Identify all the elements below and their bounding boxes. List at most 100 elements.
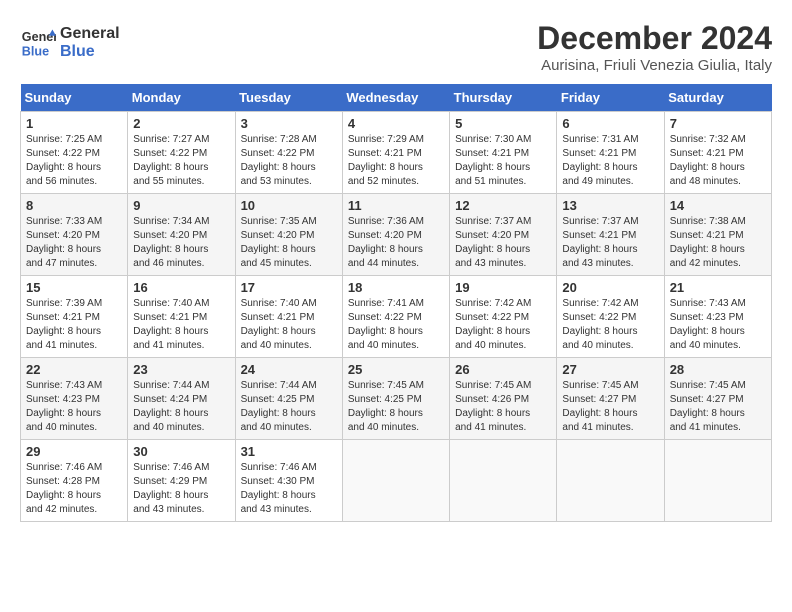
calendar-day-cell: 30 Sunrise: 7:46 AM Sunset: 4:29 PM Dayli… xyxy=(128,440,235,522)
calendar-week-row: 1 Sunrise: 7:25 AM Sunset: 4:22 PM Daylig… xyxy=(21,112,772,194)
day-info: Sunrise: 7:33 AM Sunset: 4:20 PM Dayligh… xyxy=(26,215,122,271)
day-number: 1 xyxy=(26,116,122,131)
calendar-day-cell: 11 Sunrise: 7:36 AM Sunset: 4:20 PM Dayli… xyxy=(342,194,449,276)
calendar-day-cell: 3 Sunrise: 7:28 AM Sunset: 4:22 PM Daylig… xyxy=(235,112,342,194)
day-info: Sunrise: 7:37 AM Sunset: 4:20 PM Dayligh… xyxy=(455,215,551,271)
calendar-day-header: Sunday xyxy=(21,84,128,112)
day-number: 30 xyxy=(133,444,229,459)
day-number: 24 xyxy=(241,362,337,377)
day-number: 6 xyxy=(562,116,658,131)
day-info: Sunrise: 7:42 AM Sunset: 4:22 PM Dayligh… xyxy=(562,297,658,353)
day-info: Sunrise: 7:34 AM Sunset: 4:20 PM Dayligh… xyxy=(133,215,229,271)
day-info: Sunrise: 7:28 AM Sunset: 4:22 PM Dayligh… xyxy=(241,133,337,189)
location-subtitle: Aurisina, Friuli Venezia Giulia, Italy xyxy=(537,57,772,74)
day-info: Sunrise: 7:43 AM Sunset: 4:23 PM Dayligh… xyxy=(670,297,766,353)
day-info: Sunrise: 7:42 AM Sunset: 4:22 PM Dayligh… xyxy=(455,297,551,353)
day-number: 12 xyxy=(455,198,551,213)
calendar-day-cell: 13 Sunrise: 7:37 AM Sunset: 4:21 PM Dayli… xyxy=(557,194,664,276)
calendar-day-cell: 1 Sunrise: 7:25 AM Sunset: 4:22 PM Daylig… xyxy=(21,112,128,194)
calendar-week-row: 15 Sunrise: 7:39 AM Sunset: 4:21 PM Dayli… xyxy=(21,276,772,358)
day-number: 29 xyxy=(26,444,122,459)
calendar-day-header: Saturday xyxy=(664,84,771,112)
page-header: General Blue General Blue December 2024 … xyxy=(20,20,772,74)
calendar-day-cell: 24 Sunrise: 7:44 AM Sunset: 4:25 PM Dayli… xyxy=(235,358,342,440)
day-number: 2 xyxy=(133,116,229,131)
calendar-day-cell: 18Sunrise: 7:41 AM Sunset: 4:22 PM Dayli… xyxy=(342,276,449,358)
calendar-day-cell: 27 Sunrise: 7:45 AM Sunset: 4:27 PM Dayli… xyxy=(557,358,664,440)
calendar-day-cell: 22 Sunrise: 7:43 AM Sunset: 4:23 PM Dayli… xyxy=(21,358,128,440)
day-info: Sunrise: 7:46 AM Sunset: 4:28 PM Dayligh… xyxy=(26,461,122,517)
month-title: December 2024 xyxy=(537,20,772,57)
day-number: 17 xyxy=(241,280,337,295)
day-number: 14 xyxy=(670,198,766,213)
calendar-day-cell: 9 Sunrise: 7:34 AM Sunset: 4:20 PM Daylig… xyxy=(128,194,235,276)
day-info: Sunrise: 7:41 AM Sunset: 4:22 PM Dayligh… xyxy=(348,297,444,353)
title-area: December 2024 Aurisina, Friuli Venezia G… xyxy=(537,20,772,74)
day-info: Sunrise: 7:44 AM Sunset: 4:25 PM Dayligh… xyxy=(241,379,337,435)
day-number: 16 xyxy=(133,280,229,295)
day-info: Sunrise: 7:45 AM Sunset: 4:25 PM Dayligh… xyxy=(348,379,444,435)
calendar-day-cell: 14Sunrise: 7:38 AM Sunset: 4:21 PM Dayli… xyxy=(664,194,771,276)
day-info: Sunrise: 7:30 AM Sunset: 4:21 PM Dayligh… xyxy=(455,133,551,189)
logo-line1: General xyxy=(60,25,120,43)
day-number: 25 xyxy=(348,362,444,377)
calendar-day-header: Friday xyxy=(557,84,664,112)
calendar-day-cell: 23 Sunrise: 7:44 AM Sunset: 4:24 PM Dayli… xyxy=(128,358,235,440)
day-info: Sunrise: 7:29 AM Sunset: 4:21 PM Dayligh… xyxy=(348,133,444,189)
calendar-day-cell: 15 Sunrise: 7:39 AM Sunset: 4:21 PM Dayli… xyxy=(21,276,128,358)
day-number: 31 xyxy=(241,444,337,459)
calendar-day-cell xyxy=(450,440,557,522)
day-info: Sunrise: 7:44 AM Sunset: 4:24 PM Dayligh… xyxy=(133,379,229,435)
day-number: 15 xyxy=(26,280,122,295)
calendar-day-cell: 2Sunrise: 7:27 AM Sunset: 4:22 PM Daylig… xyxy=(128,112,235,194)
calendar-header-row: SundayMondayTuesdayWednesdayThursdayFrid… xyxy=(21,84,772,112)
day-number: 5 xyxy=(455,116,551,131)
day-number: 28 xyxy=(670,362,766,377)
calendar-day-cell xyxy=(342,440,449,522)
calendar-day-cell: 6 Sunrise: 7:31 AM Sunset: 4:21 PM Daylig… xyxy=(557,112,664,194)
day-info: Sunrise: 7:43 AM Sunset: 4:23 PM Dayligh… xyxy=(26,379,122,435)
calendar-table: SundayMondayTuesdayWednesdayThursdayFrid… xyxy=(20,84,772,522)
day-info: Sunrise: 7:32 AM Sunset: 4:21 PM Dayligh… xyxy=(670,133,766,189)
calendar-week-row: 8 Sunrise: 7:33 AM Sunset: 4:20 PM Daylig… xyxy=(21,194,772,276)
day-info: Sunrise: 7:45 AM Sunset: 4:27 PM Dayligh… xyxy=(562,379,658,435)
day-number: 22 xyxy=(26,362,122,377)
calendar-day-cell xyxy=(664,440,771,522)
day-number: 8 xyxy=(26,198,122,213)
calendar-day-cell: 19 Sunrise: 7:42 AM Sunset: 4:22 PM Dayli… xyxy=(450,276,557,358)
day-number: 11 xyxy=(348,198,444,213)
day-info: Sunrise: 7:36 AM Sunset: 4:20 PM Dayligh… xyxy=(348,215,444,271)
day-number: 27 xyxy=(562,362,658,377)
calendar-day-cell: 26 Sunrise: 7:45 AM Sunset: 4:26 PM Dayli… xyxy=(450,358,557,440)
day-info: Sunrise: 7:37 AM Sunset: 4:21 PM Dayligh… xyxy=(562,215,658,271)
day-info: Sunrise: 7:25 AM Sunset: 4:22 PM Dayligh… xyxy=(26,133,122,189)
calendar-day-cell: 17 Sunrise: 7:40 AM Sunset: 4:21 PM Dayli… xyxy=(235,276,342,358)
calendar-body: 1 Sunrise: 7:25 AM Sunset: 4:22 PM Daylig… xyxy=(21,112,772,522)
day-number: 23 xyxy=(133,362,229,377)
day-number: 21 xyxy=(670,280,766,295)
calendar-day-cell xyxy=(557,440,664,522)
day-number: 20 xyxy=(562,280,658,295)
calendar-day-cell: 8 Sunrise: 7:33 AM Sunset: 4:20 PM Daylig… xyxy=(21,194,128,276)
calendar-day-cell: 25 Sunrise: 7:45 AM Sunset: 4:25 PM Dayli… xyxy=(342,358,449,440)
day-info: Sunrise: 7:46 AM Sunset: 4:30 PM Dayligh… xyxy=(241,461,337,517)
day-number: 9 xyxy=(133,198,229,213)
day-number: 10 xyxy=(241,198,337,213)
day-info: Sunrise: 7:40 AM Sunset: 4:21 PM Dayligh… xyxy=(241,297,337,353)
day-info: Sunrise: 7:45 AM Sunset: 4:26 PM Dayligh… xyxy=(455,379,551,435)
calendar-day-cell: 20 Sunrise: 7:42 AM Sunset: 4:22 PM Dayli… xyxy=(557,276,664,358)
day-number: 3 xyxy=(241,116,337,131)
day-number: 13 xyxy=(562,198,658,213)
calendar-day-cell: 31 Sunrise: 7:46 AM Sunset: 4:30 PM Dayli… xyxy=(235,440,342,522)
day-number: 19 xyxy=(455,280,551,295)
day-number: 4 xyxy=(348,116,444,131)
day-info: Sunrise: 7:39 AM Sunset: 4:21 PM Dayligh… xyxy=(26,297,122,353)
calendar-day-cell: 5 Sunrise: 7:30 AM Sunset: 4:21 PM Daylig… xyxy=(450,112,557,194)
calendar-day-cell: 21 Sunrise: 7:43 AM Sunset: 4:23 PM Dayli… xyxy=(664,276,771,358)
logo: General Blue General Blue xyxy=(20,25,120,61)
day-info: Sunrise: 7:31 AM Sunset: 4:21 PM Dayligh… xyxy=(562,133,658,189)
day-info: Sunrise: 7:45 AM Sunset: 4:27 PM Dayligh… xyxy=(670,379,766,435)
day-info: Sunrise: 7:46 AM Sunset: 4:29 PM Dayligh… xyxy=(133,461,229,517)
day-info: Sunrise: 7:40 AM Sunset: 4:21 PM Dayligh… xyxy=(133,297,229,353)
day-number: 26 xyxy=(455,362,551,377)
